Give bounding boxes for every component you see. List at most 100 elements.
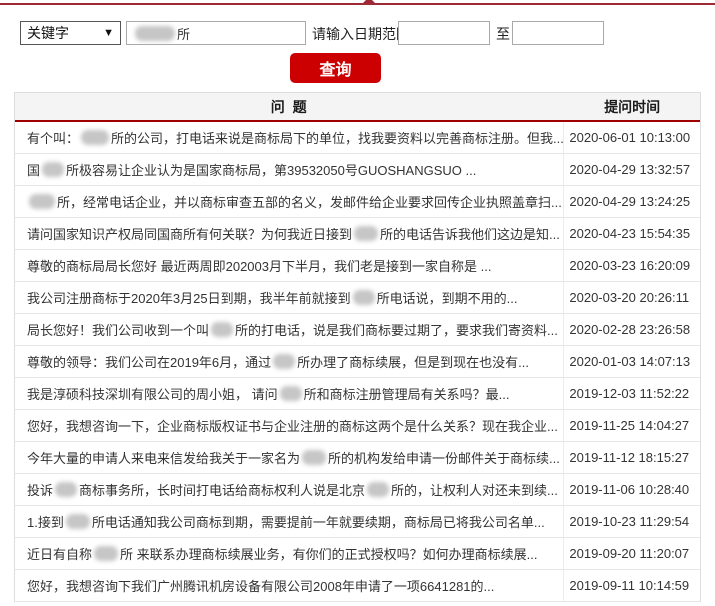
question-text: 所电话通知我公司商标到期，需要提前一年就要续期，商标局已将我公司名单... xyxy=(91,515,545,530)
question-text: 所的机构发给申请一份邮件关于商标续... xyxy=(328,451,560,466)
keyword-select-value: 关键字 xyxy=(27,25,69,41)
question-cell[interactable]: 1.接到 所电话通知我公司商标到期，需要提前一年就要续期，商标局已将我公司名单..… xyxy=(15,506,565,537)
question-text: 尊敬的商标局局长您好 最近两周即202003月下半月，我们老是接到一家自称是 .… xyxy=(27,259,492,274)
question-text: 我公司注册商标于2020年3月25日到期，我半年前就接到 xyxy=(27,291,351,306)
table-row[interactable]: 所，经常电话企业，并以商标审查五部的名义，发邮件给企业要求回传企业执照盖章扫..… xyxy=(15,186,700,218)
question-time: 2019-12-03 11:52:22 xyxy=(569,386,690,401)
question-text: 我是淳硕科技深圳有限公司的周小姐， 请问 xyxy=(27,387,278,402)
table-row[interactable]: 尊敬的商标局局长您好 最近两周即202003月下半月，我们老是接到一家自称是 .… xyxy=(15,250,700,282)
question-column-header: 问 题 xyxy=(270,98,309,115)
question-text: 所 来联系办理商标续展业务，有你们的正式授权吗？如何办理商标续展... xyxy=(120,547,538,562)
date-range-label: 请输入日期范围 xyxy=(312,26,410,42)
chevron-down-icon: ▼ xyxy=(103,27,114,39)
keyword-input-text: 所 xyxy=(177,26,191,42)
question-time: 2019-11-06 10:28:40 xyxy=(569,482,690,497)
question-time: 2020-04-29 13:24:25 xyxy=(569,194,691,209)
time-column-header: 提问时间 xyxy=(604,98,661,115)
question-time: 2020-02-28 23:26:58 xyxy=(569,322,691,337)
question-text: 国 xyxy=(27,163,41,178)
question-cell[interactable]: 请问国家知识产权局同国商所有何关联？为何我近日接到 所的电话告诉我他们这边是知..… xyxy=(15,218,565,249)
question-time: 2019-09-11 10:14:59 xyxy=(569,578,690,593)
redacted-text xyxy=(354,226,379,241)
question-text: 所的电话告诉我他们这边是知... xyxy=(380,227,560,242)
redacted-text xyxy=(94,546,119,561)
keyword-input[interactable]: 所 xyxy=(126,21,306,45)
question-cell[interactable]: 我是淳硕科技深圳有限公司的周小姐， 请问 所和商标注册管理局有关系吗？最... xyxy=(15,378,565,409)
table-row[interactable]: 我公司注册商标于2020年3月25日到期，我半年前就接到 所电话说，到期不用的..… xyxy=(15,282,700,314)
table-row[interactable]: 我是淳硕科技深圳有限公司的周小姐， 请问 所和商标注册管理局有关系吗？最... 20… xyxy=(15,378,700,410)
question-text: 今年大量的申请人来电来信发给我关于一家名为 xyxy=(27,451,301,466)
question-cell[interactable]: 今年大量的申请人来电来信发给我关于一家名为 所的机构发给申请一份邮件关于商标续..… xyxy=(15,442,565,473)
date-from-input[interactable] xyxy=(398,21,490,45)
table-row[interactable]: 您好，我想咨询下我们广州腾讯机房设备有限公司2008年申请了一项6641281的… xyxy=(15,570,700,602)
table-row[interactable]: 今年大量的申请人来电来信发给我关于一家名为 所的机构发给申请一份邮件关于商标续..… xyxy=(15,442,700,474)
question-text: 局长您好！我们公司收到一个叫 xyxy=(27,323,210,338)
keyword-type-select[interactable]: 关键字 ▼ xyxy=(20,21,121,45)
table-row[interactable]: 尊敬的领导：我们公司在2019年6月，通过 所办理了商标续展，但是到现在也没有..… xyxy=(15,346,700,378)
table-row[interactable]: 有个叫： 所的公司，打电话来说是商标局下的单位，找我要资料以完善商标注册。但我..… xyxy=(15,122,700,154)
question-time: 2019-10-23 11:29:54 xyxy=(569,514,690,529)
question-cell[interactable]: 国 所极容易让企业认为是国家商标局，第39532050号GUOSHANGSUO .… xyxy=(15,154,565,185)
table-header: 问 题 提问时间 xyxy=(15,92,700,122)
table-row[interactable]: 您好，我想咨询一下，企业商标版权证书与企业注册的商标这两个是什么关系？现在我企业… xyxy=(15,410,700,442)
question-time: 2020-03-23 16:20:09 xyxy=(569,258,691,273)
active-tab-indicator-arrow xyxy=(362,0,376,4)
question-text: 商标事务所，长时间打电话给商标权利人说是北京 xyxy=(79,483,366,498)
table-row[interactable]: 请问国家知识产权局同国商所有何关联？为何我近日接到 所的电话告诉我他们这边是知..… xyxy=(15,218,700,250)
question-text: 有个叫： xyxy=(27,131,80,146)
question-text: 尊敬的领导：我们公司在2019年6月，通过 xyxy=(27,355,272,370)
date-to-label: 至 xyxy=(496,26,510,42)
top-divider-line xyxy=(0,0,715,5)
table-row[interactable]: 局长您好！我们公司收到一个叫 所的打电话，说是我们商标要过期了，要求我们寄资料..… xyxy=(15,314,700,346)
question-text: 您好，我想咨询下我们广州腾讯机房设备有限公司2008年申请了一项6641281的… xyxy=(27,579,495,594)
question-time: 2020-04-29 13:32:57 xyxy=(569,162,691,177)
question-text: 所的，让权利人对还未到续... xyxy=(391,483,558,498)
question-text: 所办理了商标续展，但是到现在也没有... xyxy=(297,355,529,370)
question-text: 所的打电话，说是我们商标要过期了，要求我们寄资料... xyxy=(235,323,558,338)
question-cell[interactable]: 有个叫： 所的公司，打电话来说是商标局下的单位，找我要资料以完善商标注册。但我..… xyxy=(15,122,565,153)
redacted-text xyxy=(367,482,390,497)
question-text: 所电话说，到期不用的... xyxy=(376,291,518,306)
table-row[interactable]: 投诉 商标事务所，长时间打电话给商标权利人说是北京 所的，让权利人对还未到续... 2… xyxy=(15,474,700,506)
redacted-text xyxy=(55,482,78,497)
question-cell[interactable]: 您好，我想咨询一下，企业商标版权证书与企业注册的商标这两个是什么关系？现在我企业… xyxy=(15,410,565,441)
question-table-body: 有个叫： 所的公司，打电话来说是商标局下的单位，找我要资料以完善商标注册。但我..… xyxy=(15,122,700,602)
question-cell[interactable]: 尊敬的商标局局长您好 最近两周即202003月下半月，我们老是接到一家自称是 .… xyxy=(15,250,565,281)
question-text: 请问国家知识产权局同国商所有何关联？为何我近日接到 xyxy=(27,227,353,242)
question-text: 近日有自称 xyxy=(27,547,93,562)
question-time: 2019-11-25 14:04:27 xyxy=(569,418,690,433)
redacted-text xyxy=(42,162,65,177)
redacted-text xyxy=(81,130,110,145)
redacted-text xyxy=(352,290,375,305)
question-time: 2020-06-01 10:13:00 xyxy=(569,130,691,145)
table-row[interactable]: 近日有自称 所 来联系办理商标续展业务，有你们的正式授权吗？如何办理商标续展...… xyxy=(15,538,700,570)
question-cell[interactable]: 近日有自称 所 来联系办理商标续展业务，有你们的正式授权吗？如何办理商标续展... xyxy=(15,538,565,569)
redacted-text xyxy=(279,386,302,401)
redacted-text xyxy=(135,25,175,41)
search-form: 关键字 ▼ 所 请输入日期范围 至 xyxy=(0,21,715,45)
question-text: 所，经常电话企业，并以商标审查五部的名义，发邮件给企业要求回传企业执照盖章扫..… xyxy=(57,195,562,210)
query-button[interactable]: 查询 xyxy=(290,53,381,83)
table-row[interactable]: 国 所极容易让企业认为是国家商标局，第39532050号GUOSHANGSUO .… xyxy=(15,154,700,186)
question-text: 所和商标注册管理局有关系吗？最... xyxy=(303,387,510,402)
question-time: 2019-11-12 18:15:27 xyxy=(569,450,690,465)
redacted-text xyxy=(65,514,90,529)
question-text: 所的公司，打电话来说是商标局下的单位，找我要资料以完善商标注册。但我... xyxy=(111,131,564,146)
question-table: 问 题 提问时间 有个叫： 所的公司，打电话来说是商标局下的单位，找我要资料以完善… xyxy=(14,92,701,602)
question-text: 所极容易让企业认为是国家商标局，第39532050号GUOSHANGSUO ..… xyxy=(66,163,477,178)
question-time: 2019-09-20 11:20:07 xyxy=(569,546,690,561)
question-cell[interactable]: 尊敬的领导：我们公司在2019年6月，通过 所办理了商标续展，但是到现在也没有..… xyxy=(15,346,565,377)
redacted-text xyxy=(302,450,327,465)
question-cell[interactable]: 您好，我想咨询下我们广州腾讯机房设备有限公司2008年申请了一项6641281的… xyxy=(15,570,565,601)
question-time: 2020-04-23 15:54:35 xyxy=(569,226,691,241)
question-cell[interactable]: 所，经常电话企业，并以商标审查五部的名义，发邮件给企业要求回传企业执照盖章扫..… xyxy=(15,186,565,217)
question-cell[interactable]: 投诉 商标事务所，长时间打电话给商标权利人说是北京 所的，让权利人对还未到续... xyxy=(15,474,565,505)
date-to-input[interactable] xyxy=(512,21,604,45)
question-time: 2020-03-20 20:26:11 xyxy=(569,290,690,305)
question-text: 您好，我想咨询一下，企业商标版权证书与企业注册的商标这两个是什么关系？现在我企业… xyxy=(27,419,558,434)
redacted-text xyxy=(29,194,55,209)
question-cell[interactable]: 局长您好！我们公司收到一个叫 所的打电话，说是我们商标要过期了，要求我们寄资料..… xyxy=(15,314,565,345)
table-row[interactable]: 1.接到 所电话通知我公司商标到期，需要提前一年就要续期，商标局已将我公司名单..… xyxy=(15,506,700,538)
question-cell[interactable]: 我公司注册商标于2020年3月25日到期，我半年前就接到 所电话说，到期不用的..… xyxy=(15,282,565,313)
question-text: 投诉 xyxy=(27,483,54,498)
